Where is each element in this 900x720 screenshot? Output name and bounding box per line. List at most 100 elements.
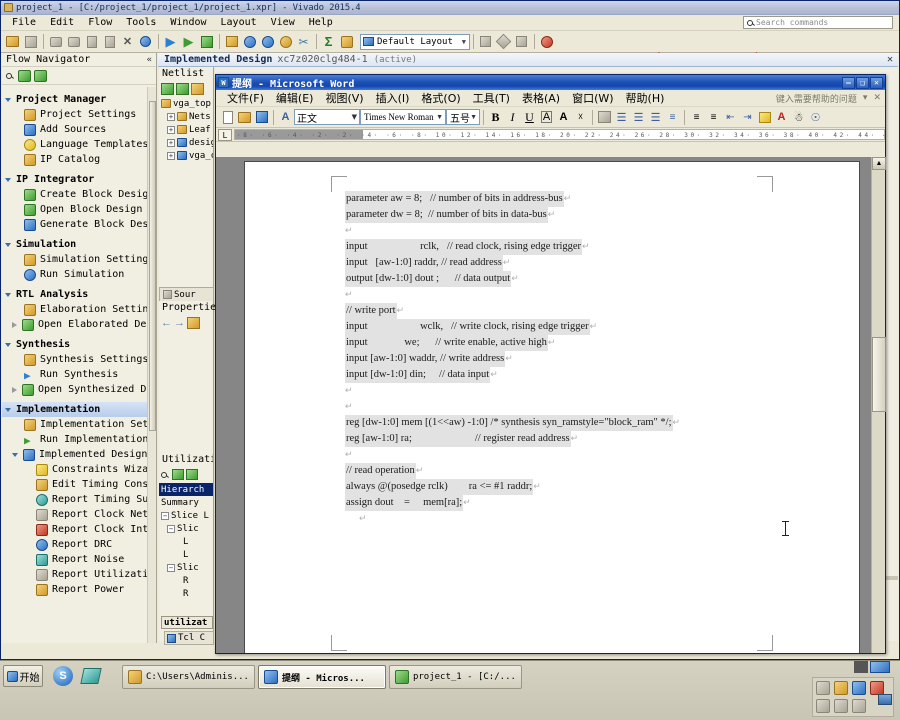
open-project-icon[interactable]	[4, 33, 21, 50]
collapse-panel-icon[interactable]: «	[147, 55, 152, 65]
numbered-list-icon[interactable]: ≡	[688, 109, 705, 126]
browser-icon[interactable]: S	[52, 665, 74, 687]
underline-button[interactable]: U	[521, 109, 538, 126]
maximize-icon[interactable]: ❑	[856, 76, 869, 89]
flow-item-report-noise[interactable]: Report Noise	[2, 552, 147, 567]
volume-mute-icon[interactable]	[852, 699, 866, 713]
word-menu-table[interactable]: 表格(A)	[516, 90, 566, 106]
flow-group-synthesis[interactable]: Synthesis	[2, 337, 147, 352]
netlist-root-row[interactable]: vga_top	[159, 97, 213, 110]
chevron-down-icon[interactable]: ▾	[863, 93, 868, 103]
search-icon[interactable]	[161, 471, 167, 478]
ask-a-question-box[interactable]: 键入需要帮助的问题 ▾ ✕	[776, 92, 885, 105]
chevron-down-icon[interactable]: ▼	[352, 113, 357, 121]
word-menu-view[interactable]: 视图(V)	[319, 90, 369, 106]
vivado-menu-help[interactable]: Help	[302, 17, 340, 28]
open-document-icon[interactable]	[236, 109, 253, 126]
decrease-indent-icon[interactable]: ⇤	[722, 109, 739, 126]
utilization-row-summary[interactable]: Summary	[159, 496, 213, 509]
collapse-all-icon[interactable]	[18, 69, 31, 82]
printer-icon[interactable]	[816, 699, 830, 713]
tray-app-icon[interactable]	[870, 661, 890, 673]
expander-icon[interactable]: −	[161, 511, 169, 520]
find-icon[interactable]	[137, 33, 154, 50]
flow-group-simulation[interactable]: Simulation	[2, 237, 147, 252]
word-menu-edit[interactable]: 编辑(E)	[270, 90, 320, 106]
timing-icon[interactable]	[241, 33, 258, 50]
netlist-node-leaf[interactable]: + Leaf	[159, 123, 213, 136]
start-button[interactable]: 开始	[3, 665, 43, 687]
flow-item-language-templates[interactable]: Language Templates	[2, 137, 147, 152]
paste-icon[interactable]	[101, 33, 118, 50]
flow-item-implemented-design[interactable]: Implemented Design	[2, 447, 147, 462]
style-combo[interactable]: 正文 ▼	[294, 109, 360, 125]
utilization-row-slice-logic[interactable]: − Slice L	[159, 509, 213, 522]
increase-indent-icon[interactable]: ⇥	[739, 109, 756, 126]
utilization-row-slice-b[interactable]: − Slic	[159, 561, 213, 574]
flow-item-constraints-wizard[interactable]: Constraints Wizard	[2, 462, 147, 477]
flow-item-report-utilization[interactable]: Report Utilization	[2, 567, 147, 582]
chevron-down-icon[interactable]: ▼	[470, 114, 477, 121]
taskbar-item-vivado[interactable]: project_1 - [C:/...	[388, 665, 522, 689]
font-combo[interactable]: Times New Roman ▼	[360, 109, 446, 125]
italic-button[interactable]: I	[504, 109, 521, 126]
vivado-menu-flow[interactable]: Flow	[81, 17, 119, 28]
align-right-icon[interactable]: ☰	[630, 109, 647, 126]
flow-item-open-synthesized-design[interactable]: Open Synthesized Design	[2, 382, 147, 397]
implemented-design-tab[interactable]: Implemented Design xc7z020clg484-1 (acti…	[158, 53, 898, 67]
taskbar-item-explorer[interactable]: C:\Users\Adminis...	[122, 665, 255, 689]
vivado-menu-layout[interactable]: Layout	[214, 17, 264, 28]
help-toolbar-icon[interactable]	[538, 33, 555, 50]
justify-icon[interactable]: ☰	[647, 109, 664, 126]
scissors-icon[interactable]: ✂	[295, 33, 312, 50]
tab-stop-selector[interactable]: L	[218, 128, 232, 141]
expander-icon[interactable]: −	[167, 524, 175, 533]
collapse-all-icon[interactable]	[161, 82, 174, 95]
delete-icon[interactable]: ✕	[119, 33, 136, 50]
close-icon[interactable]: ✕	[887, 54, 893, 65]
flow-item-report-clock-networks[interactable]: Report Clock Network	[2, 507, 147, 522]
vivado-menu-window[interactable]: Window	[163, 17, 213, 28]
flow-item-report-clock-interaction[interactable]: Report Clock Interac	[2, 522, 147, 537]
vivado-menu-file[interactable]: File	[5, 17, 43, 28]
line-spacing-icon[interactable]: ≡	[664, 109, 681, 126]
new-document-icon[interactable]	[219, 109, 236, 126]
flow-item-run-synthesis[interactable]: ▶ Run Synthesis	[2, 367, 147, 382]
flow-item-implementation-settings[interactable]: Implementation Settings	[2, 417, 147, 432]
flow-item-project-settings[interactable]: Project Settings	[2, 107, 147, 122]
run-synthesis-toolbar-icon[interactable]: ▶	[162, 33, 179, 50]
utilization-row-l2[interactable]: L	[159, 548, 213, 561]
save-document-icon[interactable]	[253, 109, 270, 126]
show-desktop-icon[interactable]	[80, 665, 102, 687]
flow-item-create-block-design[interactable]: Create Block Design	[2, 187, 147, 202]
document-vertical-scrollbar[interactable]: ▲	[871, 157, 886, 653]
flow-item-simulation-settings[interactable]: Simulation Settings	[2, 252, 147, 267]
minimize-icon[interactable]: –	[842, 76, 855, 89]
close-icon[interactable]: ✕	[870, 76, 883, 89]
align-center-icon[interactable]: ☰	[613, 109, 630, 126]
flow-item-generate-block-design[interactable]: Generate Block Design	[2, 217, 147, 232]
open-hardware-manager-icon[interactable]	[223, 33, 240, 50]
word-menu-insert[interactable]: 插入(I)	[370, 90, 416, 106]
shield-icon[interactable]	[834, 681, 848, 695]
expand-all-icon[interactable]	[34, 69, 47, 82]
properties-options-icon[interactable]	[187, 316, 200, 329]
bold-button[interactable]: B	[487, 109, 504, 126]
flow-group-ip-integrator[interactable]: IP Integrator	[2, 172, 147, 187]
scroll-up-button[interactable]: ▲	[872, 157, 886, 170]
flow-item-open-elaborated-design[interactable]: Open Elaborated Design	[2, 317, 147, 332]
expander-icon[interactable]	[12, 386, 17, 393]
flow-item-ip-catalog[interactable]: IP Catalog	[2, 152, 147, 167]
utilization-row-hierarchy[interactable]: Hierarch	[159, 483, 213, 496]
utilization-row-r2[interactable]: R	[159, 587, 213, 600]
flow-group-project-manager[interactable]: Project Manager	[2, 92, 147, 107]
flow-item-add-sources[interactable]: Add Sources	[2, 122, 147, 137]
flow-item-report-drc[interactable]: Report DRC	[2, 537, 147, 552]
sigma-icon[interactable]: Σ	[320, 33, 337, 50]
utilization-row-r1[interactable]: R	[159, 574, 213, 587]
drc-check-icon[interactable]	[259, 33, 276, 50]
screen-resolution-icon[interactable]	[878, 694, 892, 705]
flow-item-run-implementation[interactable]: ▶ Run Implementation	[2, 432, 147, 447]
close-icon[interactable]: ✕	[873, 93, 881, 103]
expander-icon[interactable]: −	[167, 563, 175, 572]
